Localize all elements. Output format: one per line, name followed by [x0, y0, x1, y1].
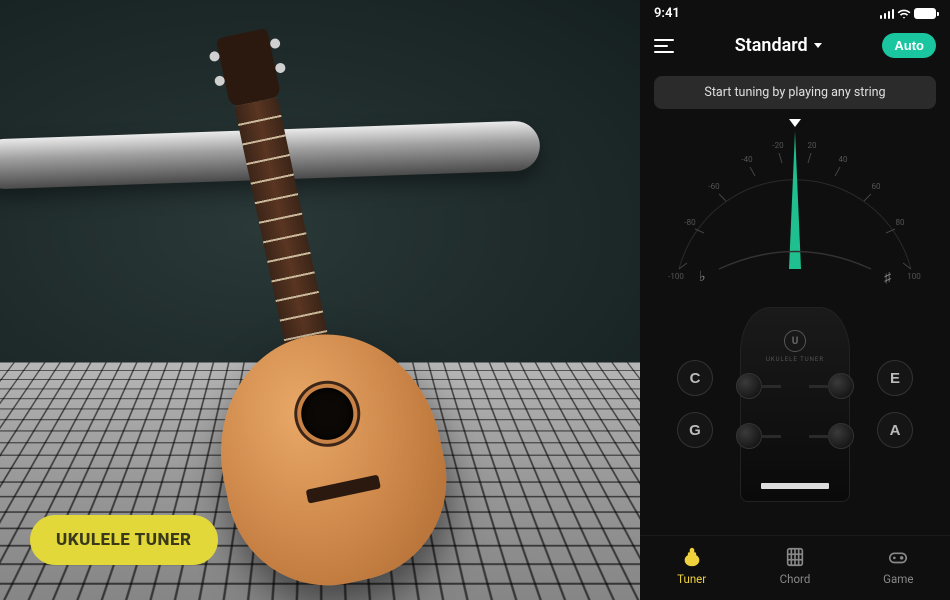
- promo-badge: UKULELE TUNER: [30, 515, 218, 565]
- battery-icon: [914, 8, 936, 19]
- tab-label: Tuner: [677, 572, 706, 586]
- tuning-peg-icon: [828, 423, 854, 449]
- chevron-down-icon: [814, 43, 822, 48]
- gauge-needle: [789, 131, 801, 269]
- svg-text:-40: -40: [741, 155, 753, 164]
- sharp-symbol: ♯: [884, 269, 891, 286]
- tab-game[interactable]: Game: [847, 546, 950, 586]
- tuning-selector[interactable]: Standard: [735, 35, 822, 56]
- chord-icon: [784, 546, 806, 568]
- svg-text:100: 100: [907, 272, 921, 281]
- hint-banner: Start tuning by playing any string: [654, 76, 936, 109]
- status-time: 9:41: [654, 6, 680, 21]
- top-bar: Standard Auto: [640, 23, 950, 72]
- svg-text:80: 80: [896, 218, 905, 227]
- game-icon: [887, 546, 909, 568]
- svg-text:-100: -100: [668, 272, 684, 281]
- status-bar: 9:41: [640, 0, 950, 23]
- promo-image: UKULELE TUNER: [0, 0, 640, 600]
- menu-icon[interactable]: [654, 39, 674, 53]
- app-screen: 9:41 Standard Auto Start tuning by playi…: [640, 0, 950, 600]
- cellular-icon: [880, 9, 895, 19]
- headstock-logo-icon: U: [784, 330, 806, 352]
- flat-symbol: ♭: [699, 269, 706, 286]
- string-button-a[interactable]: A: [877, 412, 913, 448]
- svg-text:-20: -20: [772, 141, 784, 150]
- tuning-peg-icon: [828, 373, 854, 399]
- headstock-nut: [761, 483, 829, 489]
- wifi-icon: [897, 7, 911, 21]
- tuning-peg-icon: [736, 373, 762, 399]
- tab-label: Chord: [780, 572, 811, 586]
- string-button-e[interactable]: E: [877, 360, 913, 396]
- svg-text:-80: -80: [684, 218, 696, 227]
- string-button-c[interactable]: C: [677, 360, 713, 396]
- tuning-name: Standard: [735, 35, 808, 56]
- headstock-illustration: U UKULELE TUNER C G E A: [740, 307, 850, 502]
- svg-text:-60: -60: [708, 182, 720, 191]
- headstock-area: U UKULELE TUNER C G E A: [640, 307, 950, 535]
- svg-text:20: 20: [808, 141, 817, 150]
- headstock-brand-label: UKULELE TUNER: [741, 356, 849, 363]
- string-button-g[interactable]: G: [677, 412, 713, 448]
- tab-chord[interactable]: Chord: [743, 546, 846, 586]
- tab-label: Game: [883, 572, 913, 586]
- tab-tuner[interactable]: Tuner: [640, 546, 743, 586]
- auto-button[interactable]: Auto: [882, 33, 936, 58]
- tab-bar: Tuner Chord Game: [640, 535, 950, 600]
- svg-text:60: 60: [872, 182, 881, 191]
- tuning-gauge: -100 -80 -60 -40 -20 20 40 60 80 100 ♭ ♯: [654, 119, 936, 289]
- svg-text:40: 40: [839, 155, 848, 164]
- tuning-peg-icon: [736, 423, 762, 449]
- tuner-icon: [681, 546, 703, 568]
- gauge-pointer-icon: [789, 119, 801, 127]
